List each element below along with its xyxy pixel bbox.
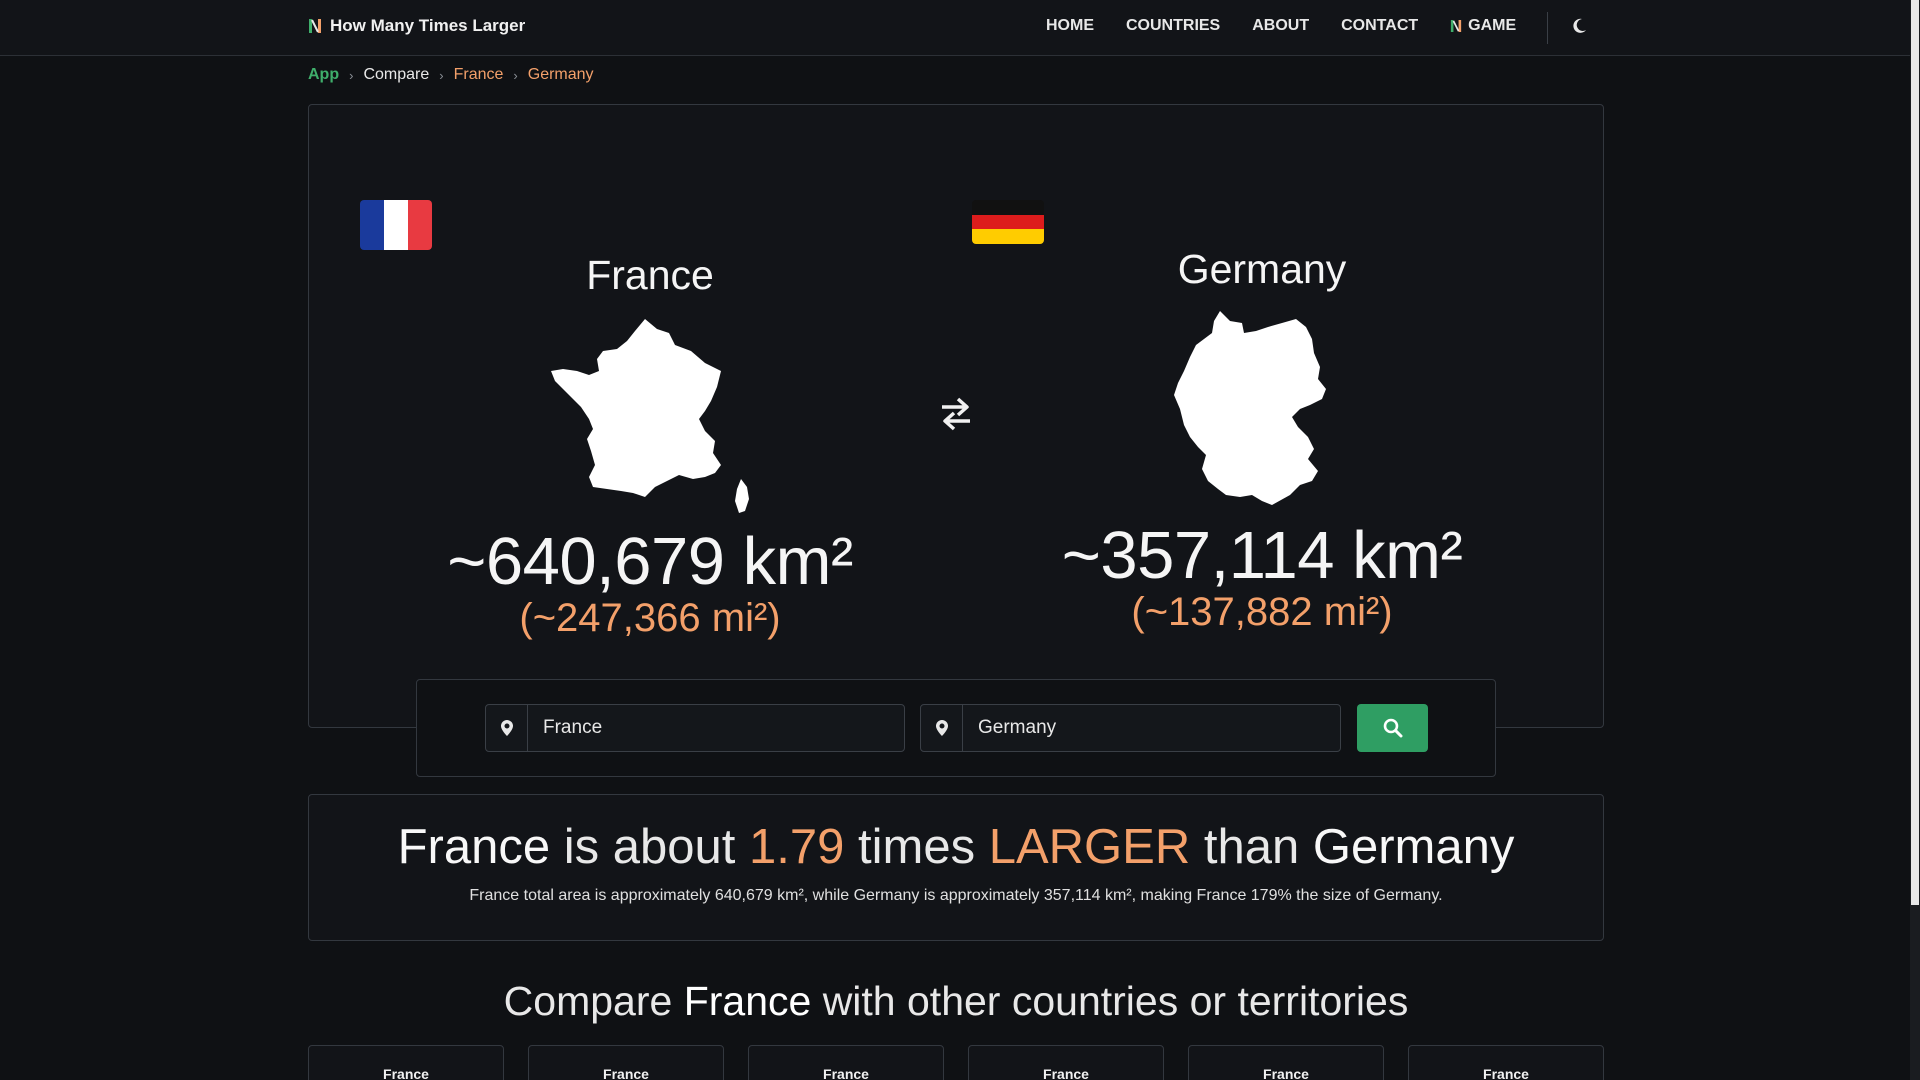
nav-countries[interactable]: COUNTRIES xyxy=(1126,17,1220,35)
nav-links: HOME COUNTRIES ABOUT CONTACT GAME xyxy=(1046,17,1516,35)
country-right-area-mi: (~137,882 mi²) xyxy=(1131,590,1393,634)
nav-home[interactable]: HOME xyxy=(1046,17,1094,35)
result-card: France is about 1.79 times LARGER than G… xyxy=(308,794,1604,941)
breadcrumb-country2[interactable]: Germany xyxy=(528,66,594,84)
france-map-icon xyxy=(551,319,749,513)
compare-prefix: Compare xyxy=(503,978,673,1024)
compare-country: France xyxy=(683,978,812,1024)
search-icon xyxy=(1383,718,1402,738)
chevron-right-icon: › xyxy=(439,67,444,83)
result-description: France total area is approximately 640,6… xyxy=(469,887,1443,904)
nav-contact[interactable]: CONTACT xyxy=(1341,17,1418,35)
compare-card[interactable]: France xyxy=(528,1045,724,1080)
nav-divider xyxy=(1547,12,1548,44)
breadcrumb-country1[interactable]: France xyxy=(454,66,504,84)
country-left-name: France xyxy=(586,252,714,298)
compare-card[interactable]: France xyxy=(308,1045,504,1080)
nav-game-label: GAME xyxy=(1468,17,1517,34)
theme-toggle-button[interactable] xyxy=(1572,17,1590,37)
compare-card[interactable]: France xyxy=(968,1045,1164,1080)
country2-input[interactable] xyxy=(963,705,1340,751)
country-right-name: Germany xyxy=(1177,246,1347,292)
breadcrumb-compare[interactable]: Compare xyxy=(363,66,429,84)
moon-icon xyxy=(1573,18,1586,33)
compare-suffix: with other countries or territories xyxy=(822,978,1409,1024)
result-ratio: 1.79 xyxy=(749,820,845,874)
country1-input[interactable] xyxy=(528,705,904,751)
result-is-about: is about xyxy=(563,820,736,874)
country-left: France ~640,679 km² (~247,366 mi²) xyxy=(360,200,940,641)
country1-field xyxy=(485,704,905,752)
scrollbar[interactable] xyxy=(1910,0,1920,1080)
result-times: times xyxy=(858,820,976,874)
swap-icon[interactable] xyxy=(940,396,972,432)
breadcrumb-app[interactable]: App xyxy=(308,66,339,84)
result-headline: France is about 1.79 times LARGER than G… xyxy=(309,819,1603,875)
nav-game[interactable]: GAME xyxy=(1450,17,1516,35)
result-country2: Germany xyxy=(1312,820,1515,874)
search-panel xyxy=(416,679,1496,777)
germany-map-icon xyxy=(1174,311,1326,505)
nav-about[interactable]: ABOUT xyxy=(1252,17,1309,35)
country-right: Germany ~357,114 km² (~137,882 mi²) xyxy=(972,200,1552,635)
logo-icon xyxy=(309,19,321,33)
chevron-right-icon: › xyxy=(513,67,518,83)
search-button[interactable] xyxy=(1357,704,1428,752)
country-right-area-km: ~357,114 km² xyxy=(1061,518,1463,593)
map-pin-icon xyxy=(486,705,528,751)
compare-card[interactable]: France xyxy=(1408,1045,1604,1080)
country-left-area-km: ~640,679 km² xyxy=(447,524,853,599)
france-flag-icon xyxy=(360,200,432,250)
scrollbar-thumb[interactable] xyxy=(1911,0,1919,905)
compare-card[interactable]: France xyxy=(1188,1045,1384,1080)
compare-card[interactable]: France xyxy=(748,1045,944,1080)
map-pin-icon xyxy=(921,705,963,751)
brand-link[interactable]: How Many Times Larger xyxy=(308,16,525,36)
compare-section-title: Compare France with other countries or t… xyxy=(308,978,1604,1025)
game-logo-icon xyxy=(1451,20,1462,32)
brand-name: How Many Times Larger xyxy=(330,16,526,35)
germany-flag-icon xyxy=(972,200,1044,244)
result-than: than xyxy=(1203,820,1300,874)
country-left-area-mi: (~247,366 mi²) xyxy=(519,596,781,640)
result-country1: France xyxy=(397,820,551,874)
country2-field xyxy=(920,704,1341,752)
breadcrumb: App › Compare › France › Germany xyxy=(308,66,594,84)
navbar: How Many Times Larger HOME COUNTRIES ABO… xyxy=(0,0,1910,56)
compare-cards: France France France France France Franc… xyxy=(308,1045,1604,1080)
result-comparison: LARGER xyxy=(988,820,1191,874)
chevron-right-icon: › xyxy=(349,67,354,83)
